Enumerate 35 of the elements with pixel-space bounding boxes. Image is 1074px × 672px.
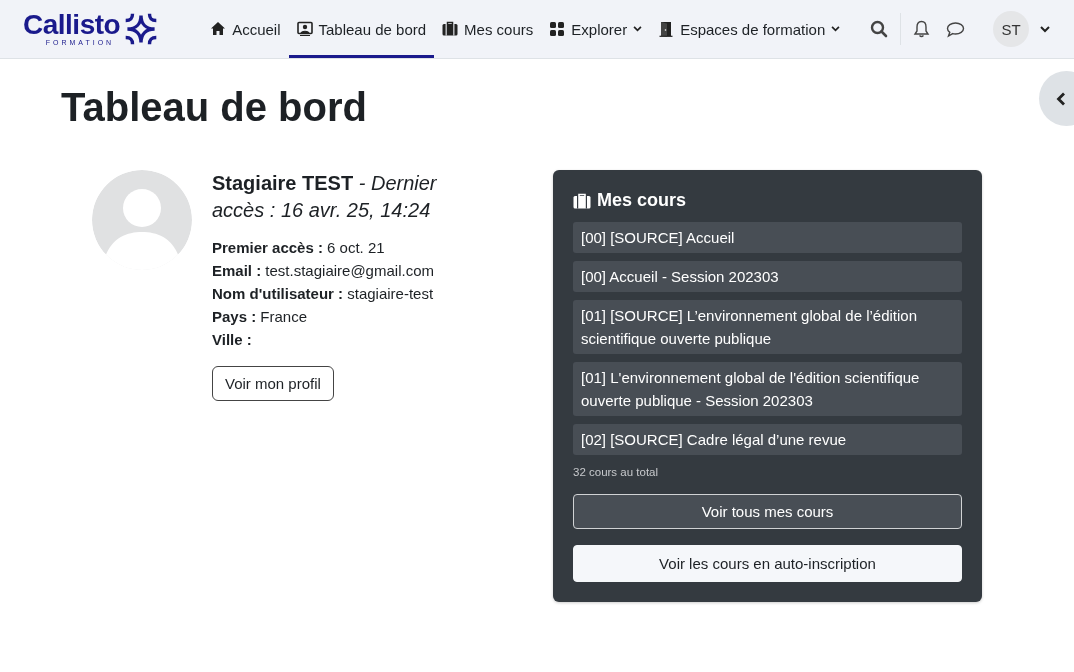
course-item[interactable]: [00] Accueil - Session 202303 [573,261,962,292]
door-icon [658,21,675,37]
nav-item[interactable]: Accueil [202,0,289,58]
profile-field: Email : test.stagiaire@gmail.com [212,259,447,282]
user-name-heading: Stagiaire TEST - Dernier accès : 16 avr. 25, 14:24 [212,171,438,223]
caret-icon[interactable] [1040,25,1050,33]
card-button[interactable]: Voir tous mes cours [573,494,962,529]
speech-bubble-icon[interactable] [946,20,965,38]
user-silhouette-icon [92,170,192,270]
profile-field: Pays : France [212,305,447,328]
course-count: 32 cours au total [573,466,660,478]
course-item[interactable]: [01] L'environnement global de l'édition scientifique ouverte publique - Session 202303 [573,362,962,416]
home-icon [210,21,227,37]
bell-icon[interactable] [913,20,930,38]
card-button[interactable]: Voir les cours en auto-inscription [573,545,962,582]
briefcase-icon [442,21,459,37]
nav-item[interactable]: Espaces de formation [650,0,849,58]
profile-field: Nom d'utilisateur : stagiaire-test [212,282,447,305]
nav-item[interactable]: Explorer [541,0,651,58]
course-item[interactable]: [02] [SOURCE] Cadre légal d’une revue [573,424,962,455]
nav-item[interactable]: Mes cours [434,0,542,58]
briefcase-icon [573,192,591,209]
course-item[interactable]: [00] [SOURCE] Accueil [573,222,962,253]
user-avatar[interactable]: ST [993,11,1029,47]
card-title: Mes cours [597,190,687,211]
profile-field: Premier accès : 6 oct. 21 [212,236,447,259]
profile-field: Ville : [212,328,447,351]
search-icon[interactable] [870,20,888,38]
course-item[interactable]: [01] [SOURCE] L’environnement global de l’édition scientifique ouverte publique [573,300,962,354]
view-profile-button[interactable]: Voir mon profil [212,366,334,401]
nav-item[interactable]: Tableau de bord [288,0,435,58]
page-title: Tableau de bord [61,85,367,129]
person-frame-icon [296,21,313,37]
chevron-left-icon [1056,91,1066,106]
grid-icon [549,21,566,37]
